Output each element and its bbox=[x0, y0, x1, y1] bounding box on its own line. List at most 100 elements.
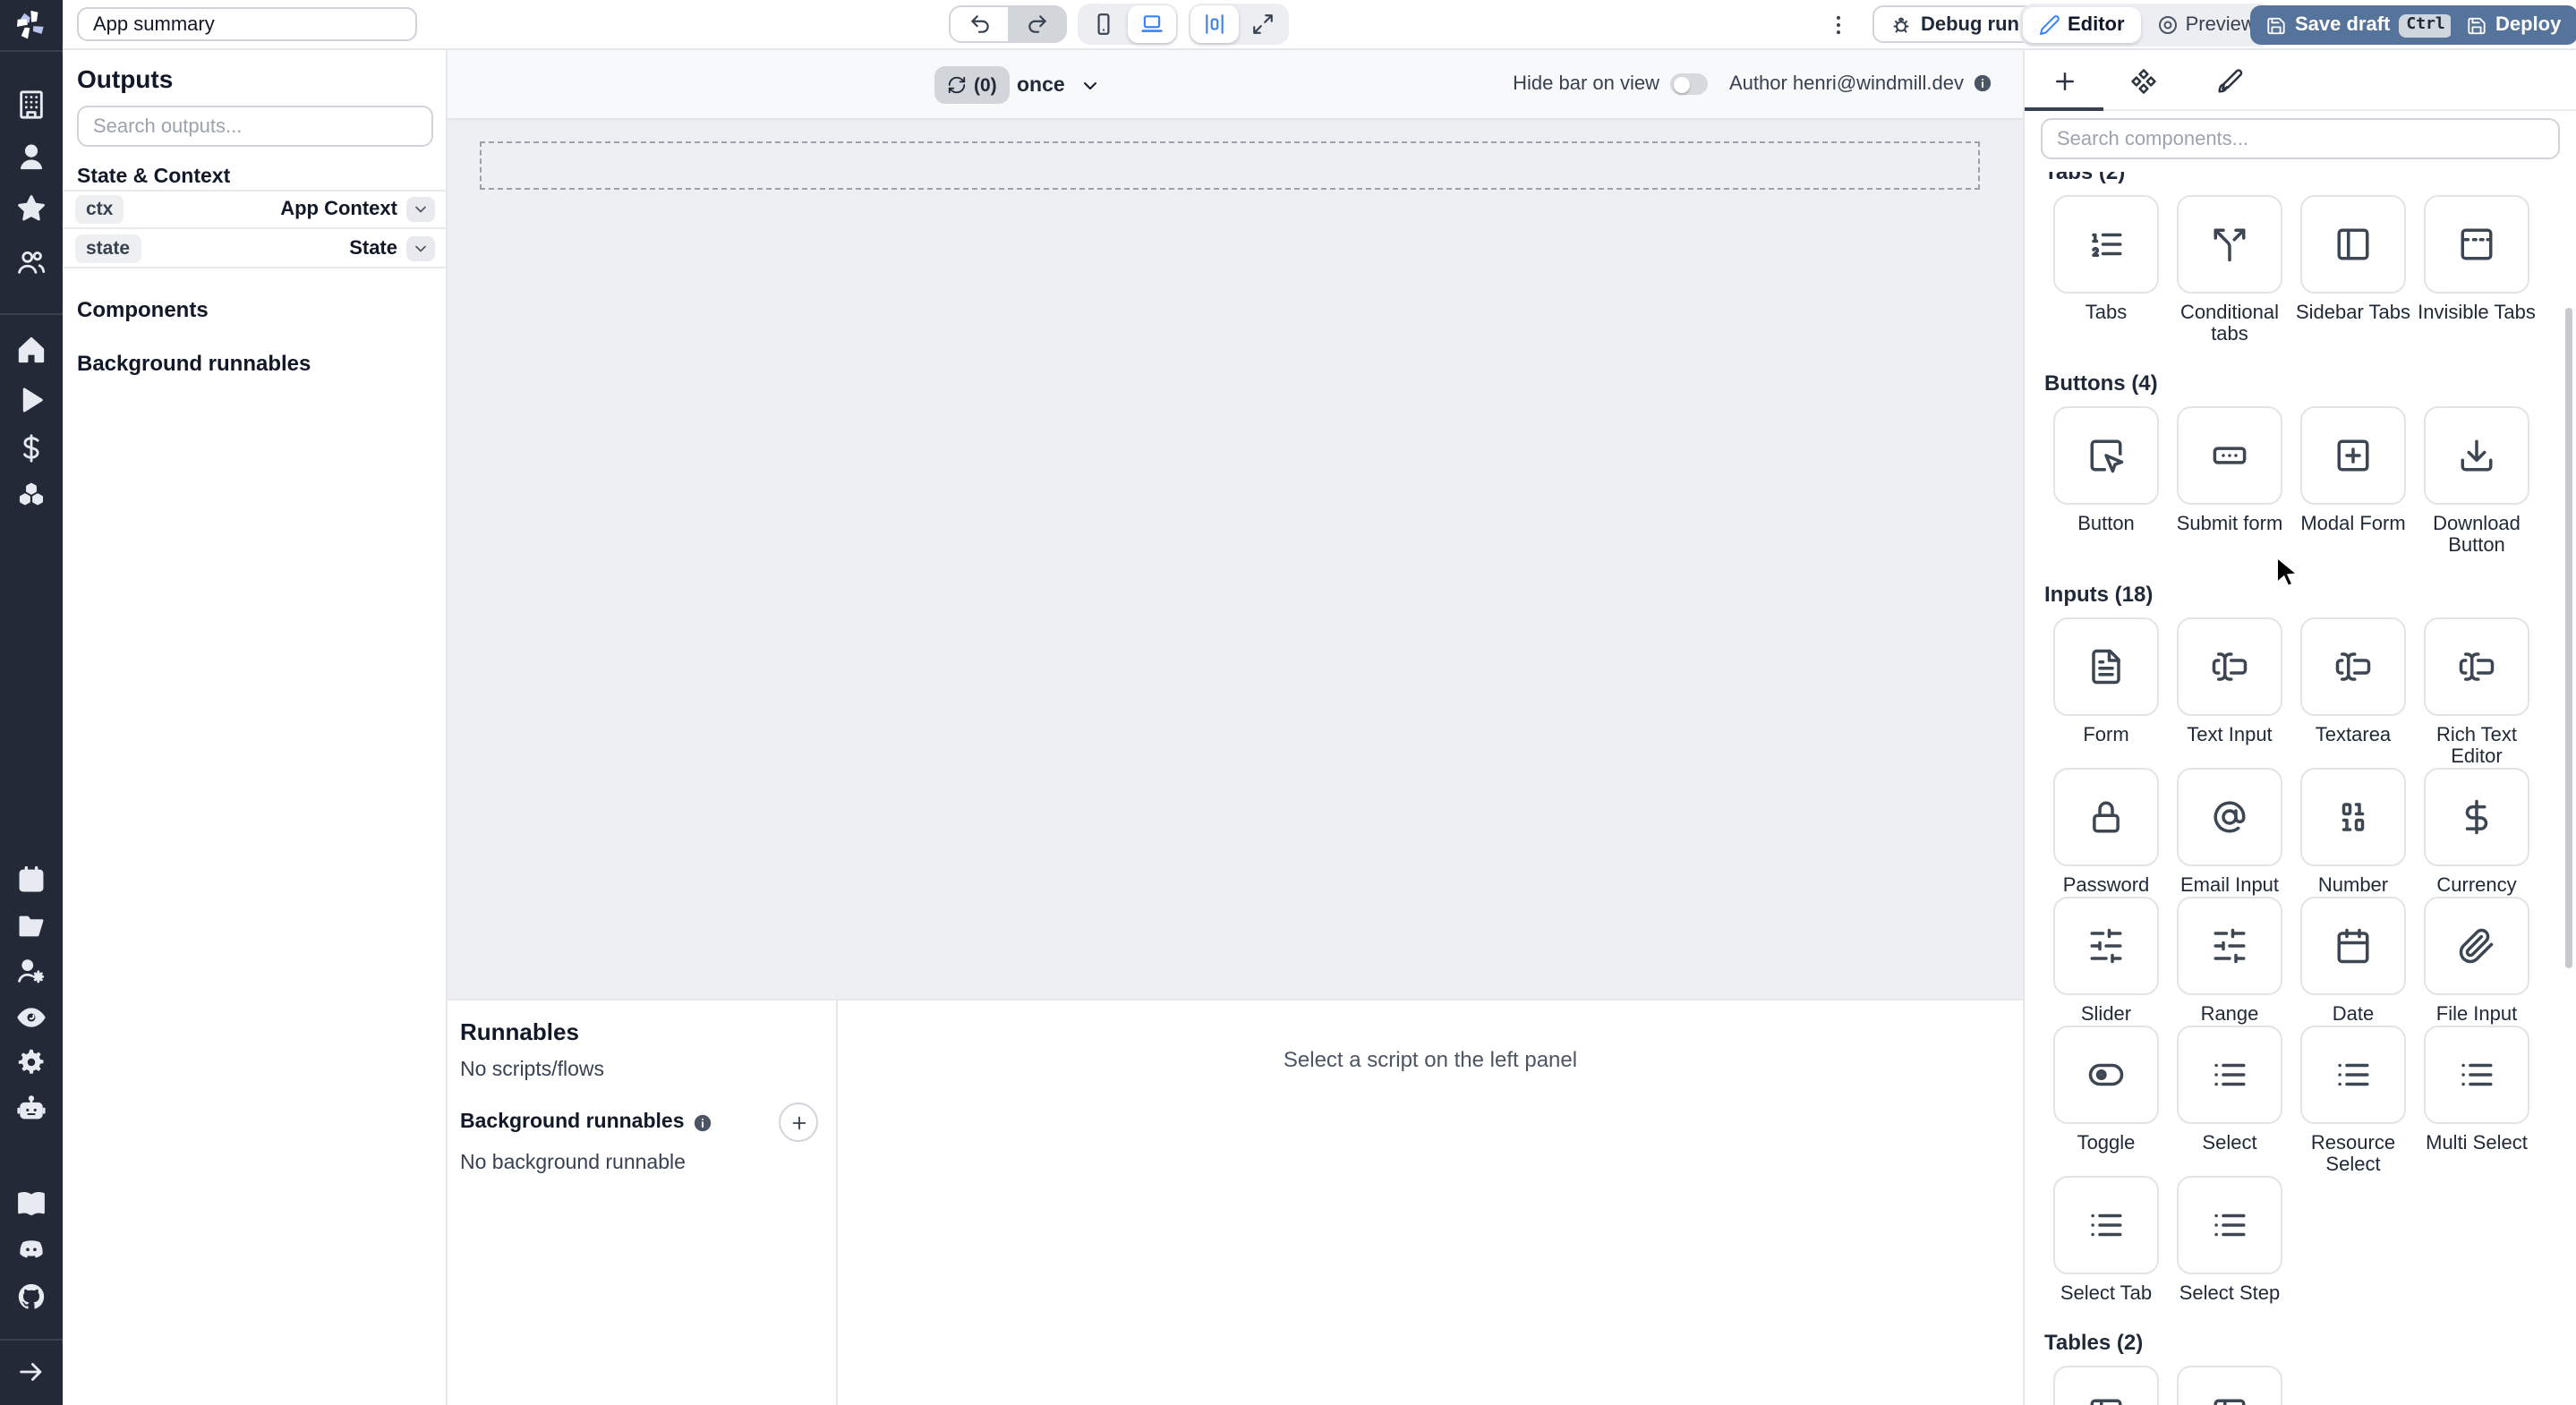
chevron-down-icon[interactable] bbox=[406, 197, 435, 222]
deploy-label: Deploy bbox=[2495, 14, 2562, 36]
editor-tab[interactable]: Editor bbox=[2023, 7, 2141, 43]
component-card-submit-form[interactable]: Submit form bbox=[2168, 406, 2291, 557]
component-card-currency[interactable]: Currency bbox=[2415, 768, 2538, 897]
component-card-modal-form[interactable]: Modal Form bbox=[2291, 406, 2415, 557]
book-open-icon[interactable] bbox=[16, 1188, 47, 1219]
info-icon[interactable] bbox=[694, 1112, 713, 1132]
calendar-icon bbox=[2300, 897, 2406, 995]
component-card-select-tab[interactable]: Select Tab bbox=[2044, 1176, 2168, 1305]
app-summary-input[interactable] bbox=[77, 7, 417, 41]
component-card-toggle[interactable]: Toggle bbox=[2044, 1026, 2168, 1176]
windmill-logo-icon[interactable] bbox=[11, 5, 50, 45]
refresh-button[interactable]: (0) bbox=[934, 66, 1010, 104]
folder-icon[interactable] bbox=[16, 911, 47, 941]
user-icon[interactable] bbox=[16, 141, 47, 172]
component-card-label: Email Input bbox=[2179, 875, 2280, 897]
eye-icon[interactable] bbox=[16, 1002, 47, 1033]
redo-button[interactable] bbox=[1008, 7, 1065, 41]
component-card-rich-text-editor[interactable]: Rich Text Editor bbox=[2415, 617, 2538, 768]
component-card-label: Select bbox=[2202, 1133, 2257, 1154]
background-runnables-title: Background runnables bbox=[77, 351, 311, 376]
chevron-down-icon[interactable] bbox=[406, 235, 435, 260]
canvas-dropzone[interactable] bbox=[480, 141, 1980, 190]
component-card-label: File Input bbox=[2435, 1004, 2518, 1026]
select-script-placeholder: Select a script on the left panel bbox=[1283, 1047, 1578, 1072]
play-icon[interactable] bbox=[16, 385, 47, 415]
component-card-number[interactable]: Number bbox=[2291, 768, 2415, 897]
discord-icon[interactable] bbox=[16, 1235, 47, 1265]
component-card-label: Download Button bbox=[2433, 514, 2521, 557]
tab-styling[interactable] bbox=[2189, 50, 2268, 111]
square-plus-icon bbox=[2300, 406, 2406, 505]
deploy-button[interactable]: Deploy bbox=[2451, 5, 2576, 45]
bug-icon bbox=[1890, 13, 1912, 35]
component-card-label: Range bbox=[2200, 1004, 2259, 1026]
logo-block bbox=[0, 0, 63, 50]
home-icon[interactable] bbox=[16, 335, 47, 365]
tab-component-settings[interactable] bbox=[2103, 50, 2182, 111]
undo-button[interactable] bbox=[951, 7, 1008, 41]
star-icon[interactable] bbox=[16, 193, 47, 224]
hide-bar-toggle[interactable] bbox=[1670, 73, 1708, 95]
download-icon bbox=[2424, 406, 2529, 505]
tab-insert-component[interactable] bbox=[2025, 50, 2103, 111]
component-card-form[interactable]: Form bbox=[2044, 617, 2168, 768]
desktop-view-button[interactable] bbox=[1128, 5, 1176, 43]
component-card-select-step[interactable]: Select Step bbox=[2168, 1176, 2291, 1305]
component-card-date[interactable]: Date bbox=[2291, 897, 2415, 1026]
interval-dropdown[interactable]: once bbox=[1017, 66, 1101, 104]
building-icon[interactable] bbox=[16, 89, 47, 120]
editor-label: Editor bbox=[2068, 14, 2125, 36]
arrow-right-icon[interactable] bbox=[16, 1357, 47, 1387]
component-card-download-button[interactable]: Download Button bbox=[2415, 406, 2538, 557]
center-align-button[interactable] bbox=[1190, 5, 1239, 43]
fullscreen-button[interactable] bbox=[1239, 5, 1287, 43]
kebab-menu-icon[interactable] bbox=[1826, 13, 1851, 38]
search-components-input[interactable] bbox=[2041, 118, 2560, 159]
component-card-email-input[interactable]: Email Input bbox=[2168, 768, 2291, 897]
boxes-icon[interactable] bbox=[16, 481, 47, 512]
settings-icon[interactable] bbox=[16, 1047, 47, 1077]
smartphone-icon bbox=[1092, 13, 1115, 36]
component-card-conditional-tabs[interactable]: Conditional tabs bbox=[2168, 195, 2291, 345]
info-icon[interactable] bbox=[1973, 73, 1992, 93]
scrollbar-thumb[interactable] bbox=[2565, 308, 2572, 968]
mobile-view-button[interactable] bbox=[1079, 5, 1128, 43]
add-background-runnable-button[interactable] bbox=[779, 1103, 818, 1142]
component-card-textarea[interactable]: Textarea bbox=[2291, 617, 2415, 768]
component-card-select[interactable]: Select bbox=[2168, 1026, 2291, 1176]
state-badge: state bbox=[75, 234, 141, 262]
component-card-range[interactable]: Range bbox=[2168, 897, 2291, 1026]
component-card-tabs[interactable]: Tabs bbox=[2044, 195, 2168, 345]
component-card-password[interactable]: Password bbox=[2044, 768, 2168, 897]
users-icon[interactable] bbox=[16, 247, 47, 277]
component-card-table[interactable] bbox=[2168, 1366, 2291, 1405]
component-card-table[interactable] bbox=[2044, 1366, 2168, 1405]
author-label: Author henri@windmill.dev bbox=[1728, 73, 1964, 95]
component-card-slider[interactable]: Slider bbox=[2044, 897, 2168, 1026]
component-card-text-input[interactable]: Text Input bbox=[2168, 617, 2291, 768]
component-icon bbox=[2129, 67, 2156, 94]
calendar-solid-icon[interactable] bbox=[16, 864, 47, 895]
state-context-title: State & Context bbox=[77, 166, 231, 188]
component-card-resource-select[interactable]: Resource Select bbox=[2291, 1026, 2415, 1176]
dollar-icon[interactable] bbox=[16, 433, 47, 464]
users-cog-icon[interactable] bbox=[16, 956, 47, 986]
github-icon[interactable] bbox=[16, 1282, 47, 1312]
save-draft-label: Save draft bbox=[2295, 14, 2391, 36]
output-row-state[interactable]: state State bbox=[63, 229, 448, 268]
component-card-invisible-tabs[interactable]: Invisible Tabs bbox=[2415, 195, 2538, 345]
component-card-file-input[interactable]: File Input bbox=[2415, 897, 2538, 1026]
component-card-button[interactable]: Button bbox=[2044, 406, 2168, 557]
search-outputs-input[interactable] bbox=[77, 106, 433, 147]
output-row-ctx[interactable]: ctx App Context bbox=[63, 190, 448, 229]
laptop-icon bbox=[1140, 13, 1164, 36]
component-card-multi-select[interactable]: Multi Select bbox=[2415, 1026, 2538, 1176]
no-scripts-label: No scripts/flows bbox=[460, 1060, 605, 1081]
list-icon bbox=[2177, 1176, 2282, 1274]
component-card-label: Submit form bbox=[2176, 514, 2283, 535]
background-runnables-header: Background runnables bbox=[460, 1111, 713, 1133]
component-card-sidebar-tabs[interactable]: Sidebar Tabs bbox=[2291, 195, 2415, 345]
bot-icon[interactable] bbox=[16, 1094, 47, 1124]
list-ordered-icon bbox=[2053, 195, 2159, 294]
